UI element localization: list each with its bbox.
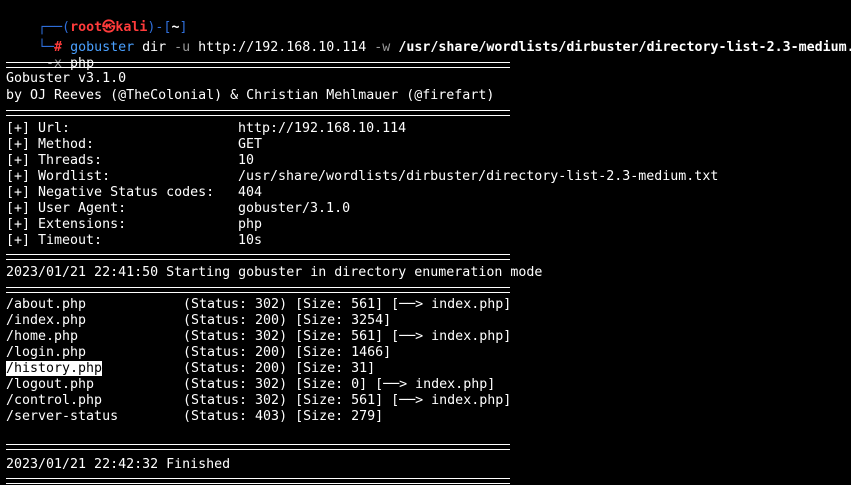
config-row: [+] Extensions: php	[6, 217, 851, 233]
result-row: /logout.php (Status: 302) [Size: 0] [──> …	[6, 377, 851, 393]
command-subcommand: dir	[134, 40, 175, 55]
result-path: /index.php	[6, 313, 87, 328]
command-line-cont: -x php	[14, 40, 94, 71]
start-message: 2023/01/21 22:41:50 Starting gobuster in…	[6, 265, 543, 280]
banner-authors: by OJ Reeves (@TheColonial) & Christian …	[6, 88, 495, 103]
config-value: /usr/share/wordlists/dirbuster/directory…	[238, 169, 719, 184]
finish-message: 2023/01/21 22:42:32 Finished	[6, 457, 231, 472]
config-value: 10	[238, 153, 255, 168]
config-value: http://192.168.10.114	[238, 121, 407, 136]
result-info: (Status: 403) [Size: 279]	[183, 409, 384, 424]
config-row: [+] User Agent: gobuster/3.1.0	[6, 201, 851, 217]
result-info: (Status: 302) [Size: 561] [──> index.php…	[183, 297, 512, 312]
result-path: /about.php	[6, 297, 87, 312]
result-path: /control.php	[6, 393, 103, 408]
result-row: /server-status (Status: 403) [Size: 279]	[6, 409, 851, 425]
config-key: [+] Method:	[6, 137, 95, 152]
separator-2	[6, 110, 510, 116]
separator-4	[6, 287, 510, 293]
command-wordlist: /usr/share/wordlists/dirbuster/directory…	[390, 40, 851, 55]
config-row: [+] Timeout: 10s	[6, 233, 851, 249]
result-path: /server-status	[6, 409, 119, 424]
config-key: [+] Threads:	[6, 153, 103, 168]
config-key: [+] Timeout:	[6, 233, 103, 248]
config-row: [+] Threads: 10	[6, 153, 851, 169]
config-row: [+] Url: http://192.168.10.114	[6, 121, 851, 137]
result-info: (Status: 200) [Size: 1466]	[183, 345, 392, 360]
config-value: gobuster/3.1.0	[238, 201, 351, 216]
config-key: [+] Extensions:	[6, 217, 127, 232]
result-row-selected[interactable]: /history.php (Status: 200) [Size: 31]	[6, 361, 851, 377]
command-flag-w: -w	[374, 40, 391, 55]
config-row: [+] Negative Status codes: 404	[6, 185, 851, 201]
config-key: [+] Negative Status codes:	[6, 185, 215, 200]
result-path: /home.php	[6, 329, 79, 344]
config-value: GET	[238, 137, 263, 152]
config-row: [+] Wordlist: /usr/share/wordlists/dirbus…	[6, 169, 851, 185]
result-info: (Status: 200) [Size: 3254]	[183, 313, 392, 328]
result-info: (Status: 302) [Size: 561] [──> index.php…	[183, 393, 512, 408]
result-info: (Status: 200) [Size: 31]	[183, 361, 376, 376]
config-key: [+] Wordlist:	[6, 169, 111, 184]
config-value: php	[238, 217, 263, 232]
result-info: (Status: 302) [Size: 561] [──> index.php…	[183, 329, 512, 344]
config-row: [+] Method: GET	[6, 137, 851, 153]
result-row: /about.php (Status: 302) [Size: 561] [──>…	[6, 297, 851, 313]
terminal-window[interactable]: ┌──(root㉿kali)-[~] └─# gobuster dir -u h…	[6, 0, 851, 485]
result-row: /login.php (Status: 200) [Size: 1466]	[6, 345, 851, 361]
result-path: /login.php	[6, 345, 87, 360]
result-row: /home.php (Status: 302) [Size: 561] [──> …	[6, 329, 851, 345]
result-row: /index.php (Status: 200) [Size: 3254]	[6, 313, 851, 329]
config-value: 404	[238, 185, 263, 200]
separator-3	[6, 254, 510, 260]
result-info: (Status: 302) [Size: 0] [──> index.php]	[183, 377, 496, 392]
banner-version: Gobuster v3.1.0	[6, 71, 127, 86]
prompt-line: ┌──(root㉿kali)-[~]	[6, 4, 187, 35]
command-flag-u: -u	[174, 40, 191, 55]
separator-5	[6, 444, 510, 450]
result-row: /control.php (Status: 302) [Size: 561] [─…	[6, 393, 851, 409]
result-path: /logout.php	[6, 377, 95, 392]
result-path-highlighted[interactable]: /history.php	[6, 361, 103, 376]
config-value: 10s	[238, 233, 263, 248]
command-line: └─# gobuster dir -u http://192.168.10.11…	[6, 24, 851, 55]
separator-1	[6, 62, 510, 68]
config-key: [+] Url:	[6, 121, 71, 136]
separator-6	[6, 478, 510, 484]
config-key: [+] User Agent:	[6, 201, 127, 216]
command-url: http://192.168.10.114	[190, 40, 375, 55]
